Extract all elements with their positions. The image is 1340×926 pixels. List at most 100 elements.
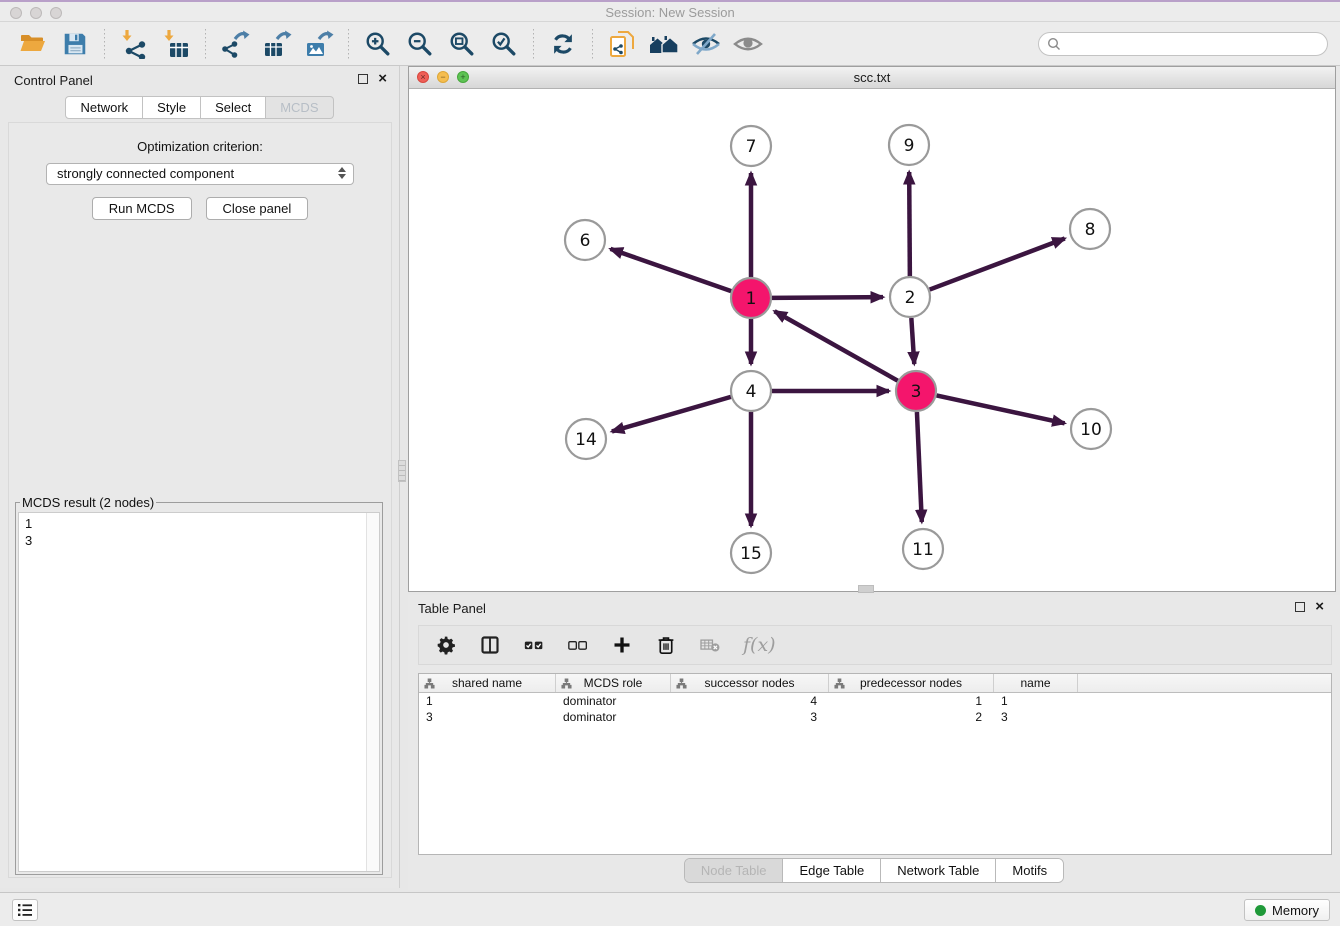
hide-selected-eye-icon[interactable] (690, 28, 722, 60)
optimization-criterion-label: Optimization criterion: (9, 139, 391, 154)
table-row[interactable]: 3 dominator 3 2 3 (419, 709, 1331, 725)
graph-edge-2-8[interactable] (930, 239, 1065, 290)
vertical-splitter-grip[interactable] (398, 460, 406, 482)
graph-node-8[interactable]: 8 (1070, 209, 1110, 249)
float-panel-icon[interactable] (358, 74, 368, 84)
float-table-panel-icon[interactable] (1295, 602, 1305, 612)
toolbar-separator (592, 29, 593, 59)
zoom-in-icon[interactable] (362, 28, 394, 60)
tab-motifs[interactable]: Motifs (995, 859, 1063, 882)
network-window-titlebar[interactable]: × − + scc.txt (409, 67, 1335, 89)
import-network-icon[interactable] (118, 28, 150, 60)
graph-node-14[interactable]: 14 (566, 419, 606, 459)
tab-network-table[interactable]: Network Table (880, 859, 995, 882)
network-canvas[interactable]: 7 9 6 8 1 2 4 3 14 10 15 11 (409, 89, 1335, 591)
toolbar-separator (533, 29, 534, 59)
cell-successor-nodes[interactable]: 4 (671, 693, 829, 709)
zoom-selected-icon[interactable] (488, 28, 520, 60)
show-column-icon[interactable] (479, 634, 501, 656)
graph-node-7[interactable]: 7 (731, 126, 771, 166)
table-header-row: shared name MCDS role successor nodes pr… (419, 674, 1331, 693)
zoom-out-icon[interactable] (404, 28, 436, 60)
task-history-button[interactable] (12, 899, 38, 921)
graph-node-9[interactable]: 9 (889, 125, 929, 165)
svg-text:15: 15 (740, 544, 762, 564)
function-builder-icon[interactable]: f(x) (743, 634, 776, 656)
cell-mcds-role[interactable]: dominator (556, 693, 671, 709)
delete-row-icon[interactable] (655, 634, 677, 656)
add-row-icon[interactable] (611, 634, 633, 656)
save-session-icon[interactable] (59, 28, 91, 60)
table-panel-title: Table Panel (418, 601, 486, 616)
import-table-icon[interactable] (160, 28, 192, 60)
graph-edge-2-9[interactable] (909, 172, 910, 276)
table-row[interactable]: 1 dominator 4 1 1 (419, 693, 1331, 709)
graph-node-6[interactable]: 6 (565, 220, 605, 260)
graph-edge-4-14[interactable] (612, 397, 731, 432)
graph-edge-1-6[interactable] (610, 249, 731, 291)
close-panel-button[interactable]: Close panel (206, 197, 309, 220)
cell-name[interactable]: 3 (994, 709, 1078, 725)
tab-network[interactable]: Network (65, 96, 143, 119)
graph-edge-3-10[interactable] (937, 395, 1065, 423)
delete-column-icon[interactable] (699, 634, 721, 656)
run-mcds-button[interactable]: Run MCDS (92, 197, 192, 220)
criterion-select[interactable]: strongly connected component (46, 163, 354, 185)
memory-status-icon (1255, 905, 1266, 916)
zoom-fit-icon[interactable] (446, 28, 478, 60)
cell-predecessor-nodes[interactable]: 2 (829, 709, 994, 725)
cell-predecessor-nodes[interactable]: 1 (829, 693, 994, 709)
graph-edge-1-2[interactable] (772, 297, 883, 298)
cell-shared-name[interactable]: 1 (419, 693, 556, 709)
cell-shared-name[interactable]: 3 (419, 709, 556, 725)
tab-style[interactable]: Style (143, 96, 201, 119)
result-scrollbar-track[interactable] (366, 513, 379, 871)
graph-node-1[interactable]: 1 (731, 278, 771, 318)
graph-node-10[interactable]: 10 (1071, 409, 1111, 449)
export-network-icon[interactable] (219, 28, 251, 60)
cell-name[interactable]: 1 (994, 693, 1078, 709)
close-table-panel-icon[interactable]: × (1315, 601, 1324, 613)
list-icon (17, 903, 33, 917)
tab-select[interactable]: Select (201, 96, 266, 119)
tab-mcds[interactable]: MCDS (266, 96, 333, 119)
cell-mcds-role[interactable]: dominator (556, 709, 671, 725)
network-share-icon[interactable] (606, 28, 638, 60)
close-panel-icon[interactable]: × (378, 73, 387, 85)
tab-edge-table[interactable]: Edge Table (782, 859, 880, 882)
virtual-column-icon (676, 678, 687, 692)
tab-node-table[interactable]: Node Table (685, 859, 783, 882)
column-header-mcds-role[interactable]: MCDS role (556, 674, 671, 692)
open-session-icon[interactable] (17, 28, 49, 60)
horizontal-splitter-grip[interactable] (858, 585, 874, 593)
app-titlebar: Session: New Session (0, 0, 1340, 22)
svg-text:8: 8 (1085, 220, 1096, 240)
graph-node-3[interactable]: 3 (896, 371, 936, 411)
graph-node-4[interactable]: 4 (731, 371, 771, 411)
refresh-icon[interactable] (547, 28, 579, 60)
cell-successor-nodes[interactable]: 3 (671, 709, 829, 725)
mcds-result-list[interactable]: 1 3 (18, 512, 380, 872)
column-header-shared-name[interactable]: shared name (419, 674, 556, 692)
svg-text:11: 11 (912, 540, 934, 560)
export-table-icon[interactable] (261, 28, 293, 60)
graph-node-11[interactable]: 11 (903, 529, 943, 569)
column-header-name[interactable]: name (994, 674, 1078, 692)
show-all-eye-icon[interactable] (732, 28, 764, 60)
search-input[interactable] (1038, 32, 1328, 56)
svg-text:7: 7 (746, 137, 757, 157)
column-header-predecessor-nodes[interactable]: predecessor nodes (829, 674, 994, 692)
select-stepper-icon (338, 167, 346, 179)
memory-button[interactable]: Memory (1244, 899, 1330, 921)
home-view-icon[interactable] (648, 28, 680, 60)
graph-edge-3-1[interactable] (775, 311, 898, 380)
graph-node-15[interactable]: 15 (731, 533, 771, 573)
graph-edge-2-3[interactable] (911, 318, 914, 364)
graph-node-2[interactable]: 2 (890, 277, 930, 317)
graph-edge-3-11[interactable] (917, 412, 922, 522)
select-all-checkboxes-icon[interactable] (523, 634, 545, 656)
export-image-icon[interactable] (303, 28, 335, 60)
settings-gear-icon[interactable] (435, 634, 457, 656)
deselect-all-checkboxes-icon[interactable] (567, 634, 589, 656)
column-header-successor-nodes[interactable]: successor nodes (671, 674, 829, 692)
